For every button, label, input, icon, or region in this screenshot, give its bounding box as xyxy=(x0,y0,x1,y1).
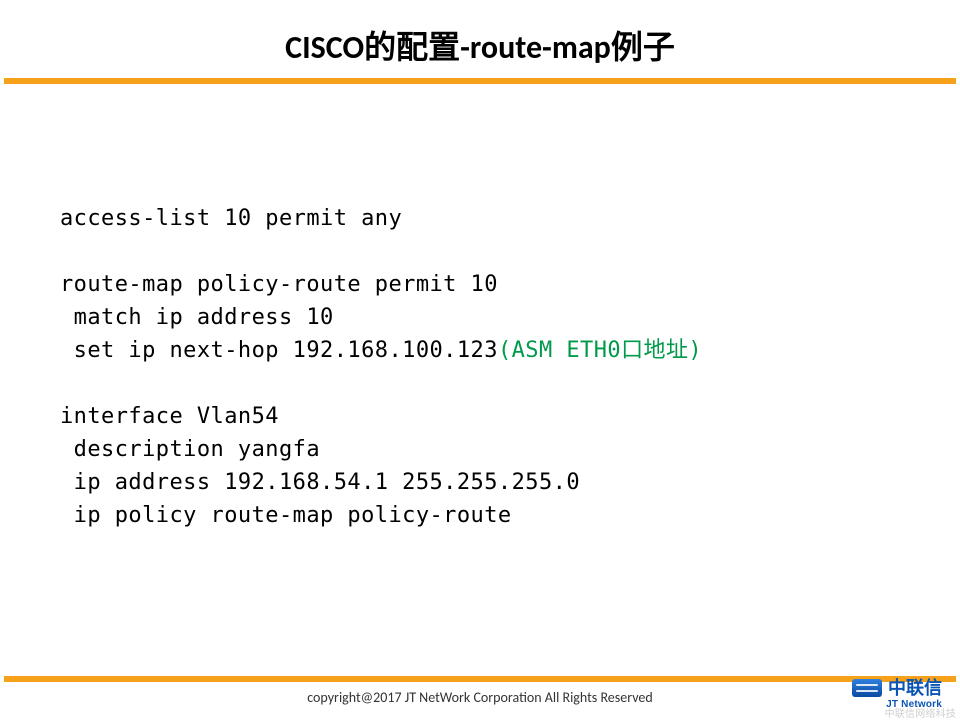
code-line: access-list 10 permit any xyxy=(60,206,402,231)
code-annotation: (ASM ETH0口地址) xyxy=(498,338,702,363)
code-block: access-list 10 permit any route-map poli… xyxy=(0,92,960,532)
code-line: ip policy route-map policy-route xyxy=(60,503,512,528)
logo-row: 中联信 xyxy=(852,679,942,697)
code-line: interface Vlan54 xyxy=(60,404,279,429)
slide: CISCO的配置-route-map例子 access-list 10 perm… xyxy=(0,0,960,720)
code-line: route-map policy-route permit 10 xyxy=(60,272,498,297)
brand-logo: 中联信 JT Network xyxy=(792,666,942,710)
code-line: ip address 192.168.54.1 255.255.255.0 xyxy=(60,470,580,495)
code-line: match ip address 10 xyxy=(60,305,334,330)
logo-icon xyxy=(852,679,882,697)
logo-cn-text: 中联信 xyxy=(888,679,942,697)
code-line: description yangfa xyxy=(60,437,320,462)
slide-title: CISCO的配置-route-map例子 xyxy=(0,0,960,78)
top-divider xyxy=(4,78,956,84)
code-line: set ip next-hop 192.168.100.123 xyxy=(60,338,498,363)
watermark-text: 中联信网络科技 xyxy=(885,705,956,720)
